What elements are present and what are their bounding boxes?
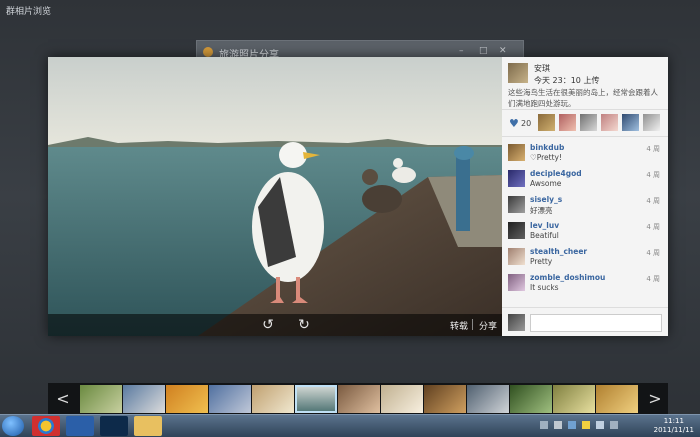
rotate-right-icon[interactable]: ↻	[296, 317, 312, 333]
comment-time: 4 周	[646, 197, 660, 205]
commenter-avatar[interactable]	[508, 222, 525, 239]
like-count: 20	[521, 119, 532, 128]
info-panel: 安琪 今天 23：10 上传 这些海鸟生活在很美丽的岛上，经常会跟着人们满地跑四…	[502, 57, 668, 336]
heart-icon[interactable]: ♥	[509, 117, 519, 130]
divider	[472, 319, 473, 330]
main-photo: ↺ ↻ 转载 分享	[48, 57, 502, 336]
liker-avatar[interactable]	[601, 114, 618, 131]
filmstrip-next-button[interactable]: >	[644, 389, 666, 408]
liker-avatar[interactable]	[580, 114, 597, 131]
comment-time: 4 周	[646, 145, 660, 153]
comment-item: sisely_s 好漂亮 4 周	[502, 193, 668, 219]
commenter-avatar[interactable]	[508, 144, 525, 161]
comment-time: 4 周	[646, 223, 660, 231]
thumbnail[interactable]	[252, 385, 294, 413]
comment-time: 4 周	[646, 275, 660, 283]
reply-bar	[502, 307, 668, 337]
thumbnail[interactable]	[166, 385, 208, 413]
post-time: 今天 23：10 上传	[534, 76, 600, 85]
thumbnail-selected[interactable]	[295, 385, 337, 413]
photo-description: 这些海鸟生活在很美丽的岛上，经常会跟着人们满地跑四处游玩。	[508, 88, 658, 108]
poster-avatar[interactable]	[508, 63, 528, 83]
close-icon[interactable]: ✕	[499, 46, 507, 56]
clock-date: 2011/11/11	[653, 426, 694, 434]
commenter-name[interactable]: binkdub	[530, 143, 564, 152]
comment-input[interactable]	[530, 314, 662, 332]
filmstrip: < >	[48, 383, 668, 415]
volume-icon[interactable]	[596, 421, 604, 429]
liker-avatars	[538, 114, 660, 131]
thumbnail[interactable]	[381, 385, 423, 413]
commenter-name[interactable]: deciple4god	[530, 169, 582, 178]
forward-button[interactable]: 转载	[450, 319, 468, 332]
photo-toolbar: ↺ ↻ 转载 分享	[48, 314, 502, 336]
keyboard-icon[interactable]	[554, 421, 562, 429]
commenter-name[interactable]: sisely_s	[530, 195, 562, 204]
comment-item: binkdub ♡Pretty! 4 周	[502, 141, 668, 167]
filmstrip-prev-button[interactable]: <	[52, 389, 74, 408]
app-title: 群相片浏览	[6, 7, 52, 17]
thumbnail[interactable]	[467, 385, 509, 413]
thumbnail[interactable]	[596, 385, 638, 413]
thumbnail-row	[80, 385, 638, 413]
commenter-name[interactable]: lev_luv	[530, 221, 559, 230]
network-icon[interactable]	[540, 421, 548, 429]
battery-icon[interactable]	[610, 421, 618, 429]
comment-text: Pretty	[530, 257, 553, 266]
flag-icon[interactable]	[582, 421, 590, 429]
thumbnail[interactable]	[123, 385, 165, 413]
comment-text: ♡Pretty!	[530, 153, 562, 162]
maximize-icon[interactable]: □	[479, 46, 488, 56]
qq-icon[interactable]	[568, 421, 576, 429]
taskbar: 11:11 2011/11/11	[0, 414, 700, 437]
current-user-avatar	[508, 314, 525, 331]
word-icon[interactable]	[66, 416, 94, 436]
commenter-name[interactable]: stealth_cheer	[530, 247, 587, 256]
thumbnail[interactable]	[209, 385, 251, 413]
clock-time: 11:11	[663, 417, 684, 425]
liker-avatar[interactable]	[559, 114, 576, 131]
commenter-avatar[interactable]	[508, 248, 525, 265]
thumbnail[interactable]	[553, 385, 595, 413]
liker-avatar[interactable]	[643, 114, 660, 131]
rotate-left-icon[interactable]: ↺	[260, 317, 276, 333]
comment-text: 好漂亮	[530, 206, 553, 215]
photoshop-icon[interactable]	[100, 416, 128, 436]
thumbnail[interactable]	[338, 385, 380, 413]
comment-time: 4 周	[646, 171, 660, 179]
comment-item: lev_luv Beatiful 4 周	[502, 219, 668, 245]
poster-name[interactable]: 安琪	[534, 63, 550, 74]
likes-bar: ♥ 20	[502, 109, 668, 137]
comment-text: It sucks	[530, 283, 559, 292]
comment-list: binkdub ♡Pretty! 4 周 deciple4god Awsome …	[502, 141, 668, 297]
commenter-avatar[interactable]	[508, 196, 525, 213]
comment-time: 4 周	[646, 249, 660, 257]
liker-avatar[interactable]	[622, 114, 639, 131]
system-clock[interactable]: 11:11 2011/11/11	[654, 417, 694, 435]
liker-avatar[interactable]	[538, 114, 555, 131]
comment-text: Beatiful	[530, 231, 559, 240]
thumbnail[interactable]	[80, 385, 122, 413]
photo-viewer: ↺ ↻ 转载 分享 安琪 今天 23：10 上传 这些海鸟生活在很美丽的岛上，经…	[48, 57, 668, 336]
comment-item: zomble_doshimou It sucks 4 周	[502, 271, 668, 297]
comment-text: Awsome	[530, 179, 562, 188]
commenter-avatar[interactable]	[508, 274, 525, 291]
thumbnail[interactable]	[424, 385, 466, 413]
comment-item: stealth_cheer Pretty 4 周	[502, 245, 668, 271]
share-button[interactable]: 分享	[479, 319, 497, 332]
minimize-icon[interactable]: –	[459, 46, 464, 56]
commenter-avatar[interactable]	[508, 170, 525, 187]
chrome-icon[interactable]	[32, 416, 60, 436]
folder-icon[interactable]	[134, 416, 162, 436]
thumbnail[interactable]	[510, 385, 552, 413]
start-button[interactable]	[2, 416, 24, 436]
commenter-name[interactable]: zomble_doshimou	[530, 273, 605, 282]
comment-item: deciple4god Awsome 4 周	[502, 167, 668, 193]
window-app-icon	[203, 47, 213, 57]
